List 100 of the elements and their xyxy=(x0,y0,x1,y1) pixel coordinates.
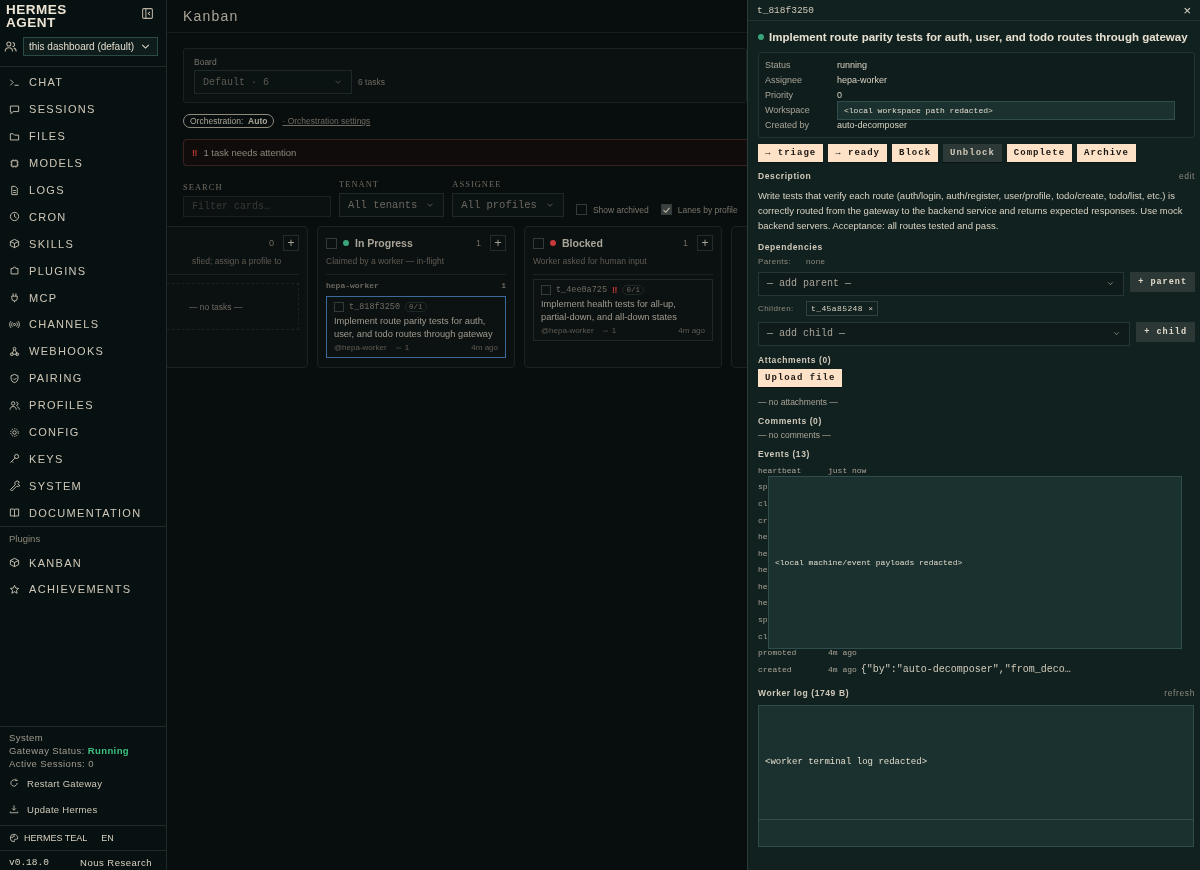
nav-item[interactable]: PROFILES xyxy=(0,391,166,419)
add-parent-button[interactable]: + parent xyxy=(1130,271,1195,292)
meta-label: Priority xyxy=(765,89,794,100)
link-count: ⇔ 1 xyxy=(601,326,617,335)
nav-item[interactable]: PAIRING xyxy=(0,364,166,392)
card-time: 4m ago xyxy=(678,326,705,335)
page-title: Kanban xyxy=(183,8,239,24)
action-button[interactable]: Block xyxy=(892,143,939,162)
task-count: 6 tasks xyxy=(358,77,385,87)
vendor-link[interactable]: Nous Research xyxy=(80,857,152,868)
section-heading: Description xyxy=(758,170,812,181)
collapse-icon xyxy=(141,7,154,20)
add-card-button[interactable]: + xyxy=(283,235,299,251)
shield-icon xyxy=(9,372,20,384)
chat-icon xyxy=(9,103,20,115)
nav-item[interactable]: MCP xyxy=(0,284,166,311)
lane-description: Claimed by a worker — in-flight xyxy=(326,256,506,275)
add-child-button[interactable]: + child xyxy=(1136,321,1195,342)
description-text: Write tests that verify each route (auth/login, auth/register, user/profile, todo/create, todo/list, etc.) is correctly routed from the gateway to the backend service and returns expected responses. Use mock backend servers. Acceptance: all routes tested and pass. xyxy=(758,188,1184,233)
people-icon xyxy=(9,399,20,411)
task-id: t_818f3250 xyxy=(349,302,400,312)
child-chip[interactable]: t_45a85248 × xyxy=(806,300,879,316)
checkbox[interactable] xyxy=(541,285,551,295)
checkbox-label: Lanes by profile xyxy=(677,204,738,215)
status-value: Running xyxy=(87,745,130,756)
child-select[interactable]: — add child — xyxy=(758,321,1131,346)
user-icon xyxy=(4,40,17,53)
sidebar-action[interactable]: Restart Gateway xyxy=(9,771,157,795)
empty-message: — no tasks — xyxy=(189,301,243,312)
parent-select[interactable]: — add parent — xyxy=(758,271,1125,296)
meta-value: auto-decomposer xyxy=(837,120,908,131)
nav-item[interactable]: CONFIG xyxy=(0,418,166,446)
nav-item[interactable]: DOCUMENTATION xyxy=(0,499,166,527)
section-heading: Events (13) xyxy=(758,448,810,459)
event-name: he xyxy=(758,565,769,575)
lane-count: 1 xyxy=(683,238,688,248)
lane-count: 1 xyxy=(476,238,481,248)
download-icon xyxy=(9,804,19,814)
status-dot xyxy=(758,34,764,40)
checkbox[interactable] xyxy=(575,204,587,215)
add-card-button[interactable]: + xyxy=(697,235,713,251)
event-name: promoted xyxy=(758,648,798,658)
nav-item[interactable]: SYSTEM xyxy=(0,472,166,500)
orchestration-link[interactable]: · Orchestration settings xyxy=(282,116,371,126)
nav-item[interactable]: KEYS xyxy=(0,445,166,473)
task-id: t_818f3250 xyxy=(757,4,814,16)
nav-item[interactable]: CRON xyxy=(0,203,166,231)
event-name: sp xyxy=(758,615,769,625)
action-button[interactable]: → triage xyxy=(758,143,824,162)
checkbox[interactable] xyxy=(660,204,672,215)
meta-label: Workspace xyxy=(765,105,811,116)
wrench-icon xyxy=(9,480,20,492)
nav-item[interactable]: WEBHOOKS xyxy=(0,337,166,365)
checkbox[interactable] xyxy=(334,302,344,312)
field-label: TENANT xyxy=(339,179,380,189)
edit-link[interactable]: edit xyxy=(1178,170,1195,181)
action-button[interactable]: Complete xyxy=(1006,143,1073,162)
empty-message: — no attachments — xyxy=(758,396,839,407)
checkbox[interactable] xyxy=(533,237,544,249)
action-button[interactable]: Archive xyxy=(1077,143,1136,162)
star-icon xyxy=(9,583,20,595)
nav-item[interactable]: ACHIEVEMENTS xyxy=(0,576,166,603)
nav-item[interactable]: MODELS xyxy=(0,149,166,177)
action-button[interactable]: → ready xyxy=(828,143,888,162)
chip-icon xyxy=(9,157,20,169)
lane-description: Worker asked for human input xyxy=(533,256,713,275)
group-count: 1 xyxy=(501,281,506,290)
empty-message: — no comments — xyxy=(758,429,832,440)
profile-select[interactable]: this dashboard (default) xyxy=(23,37,158,56)
nav-item[interactable]: FILES xyxy=(0,122,166,150)
nav-item[interactable]: CHANNELS xyxy=(0,311,166,338)
meta-value: 0 xyxy=(837,89,842,100)
meta-label: Created by xyxy=(765,120,811,131)
nav-item[interactable]: LOGS xyxy=(0,176,166,204)
upload-button[interactable]: Upload file xyxy=(758,368,843,387)
sidebar-action[interactable]: Update Hermes xyxy=(9,797,157,821)
card-title: Implement route parity tests for auth, user, and todo routes through gateway xyxy=(334,315,494,340)
theme-switcher[interactable]: HERMES TEAL xyxy=(9,833,88,843)
nav-item[interactable]: SESSIONS xyxy=(0,95,166,123)
section-heading: System xyxy=(9,732,45,743)
event-name: cl xyxy=(758,498,769,508)
webhook-icon xyxy=(9,345,20,357)
nav-item[interactable]: CHAT xyxy=(0,69,166,96)
version-label: v0.18.0 xyxy=(9,857,49,868)
meta-label: Assignee xyxy=(765,74,804,85)
event-time: 4m ago xyxy=(828,664,857,674)
status-label: Gateway Status: xyxy=(9,745,85,756)
nav-item[interactable]: SKILLS xyxy=(0,230,166,258)
refresh-link[interactable]: refresh xyxy=(1164,687,1195,698)
add-card-button[interactable]: + xyxy=(490,235,506,251)
signal-icon xyxy=(9,318,20,330)
nav-item[interactable]: KANBAN xyxy=(0,549,166,577)
nav-item[interactable]: PLUGINS xyxy=(0,257,166,285)
language-switcher[interactable]: EN xyxy=(101,833,114,843)
card-assignee: @hepa-worker xyxy=(334,343,387,352)
checkbox[interactable] xyxy=(326,237,337,249)
section-heading: Worker log (1749 B) xyxy=(758,687,850,698)
palette-icon xyxy=(9,833,19,843)
close-button[interactable]: × xyxy=(1183,2,1191,18)
section-heading: Attachments (0) xyxy=(758,354,832,365)
